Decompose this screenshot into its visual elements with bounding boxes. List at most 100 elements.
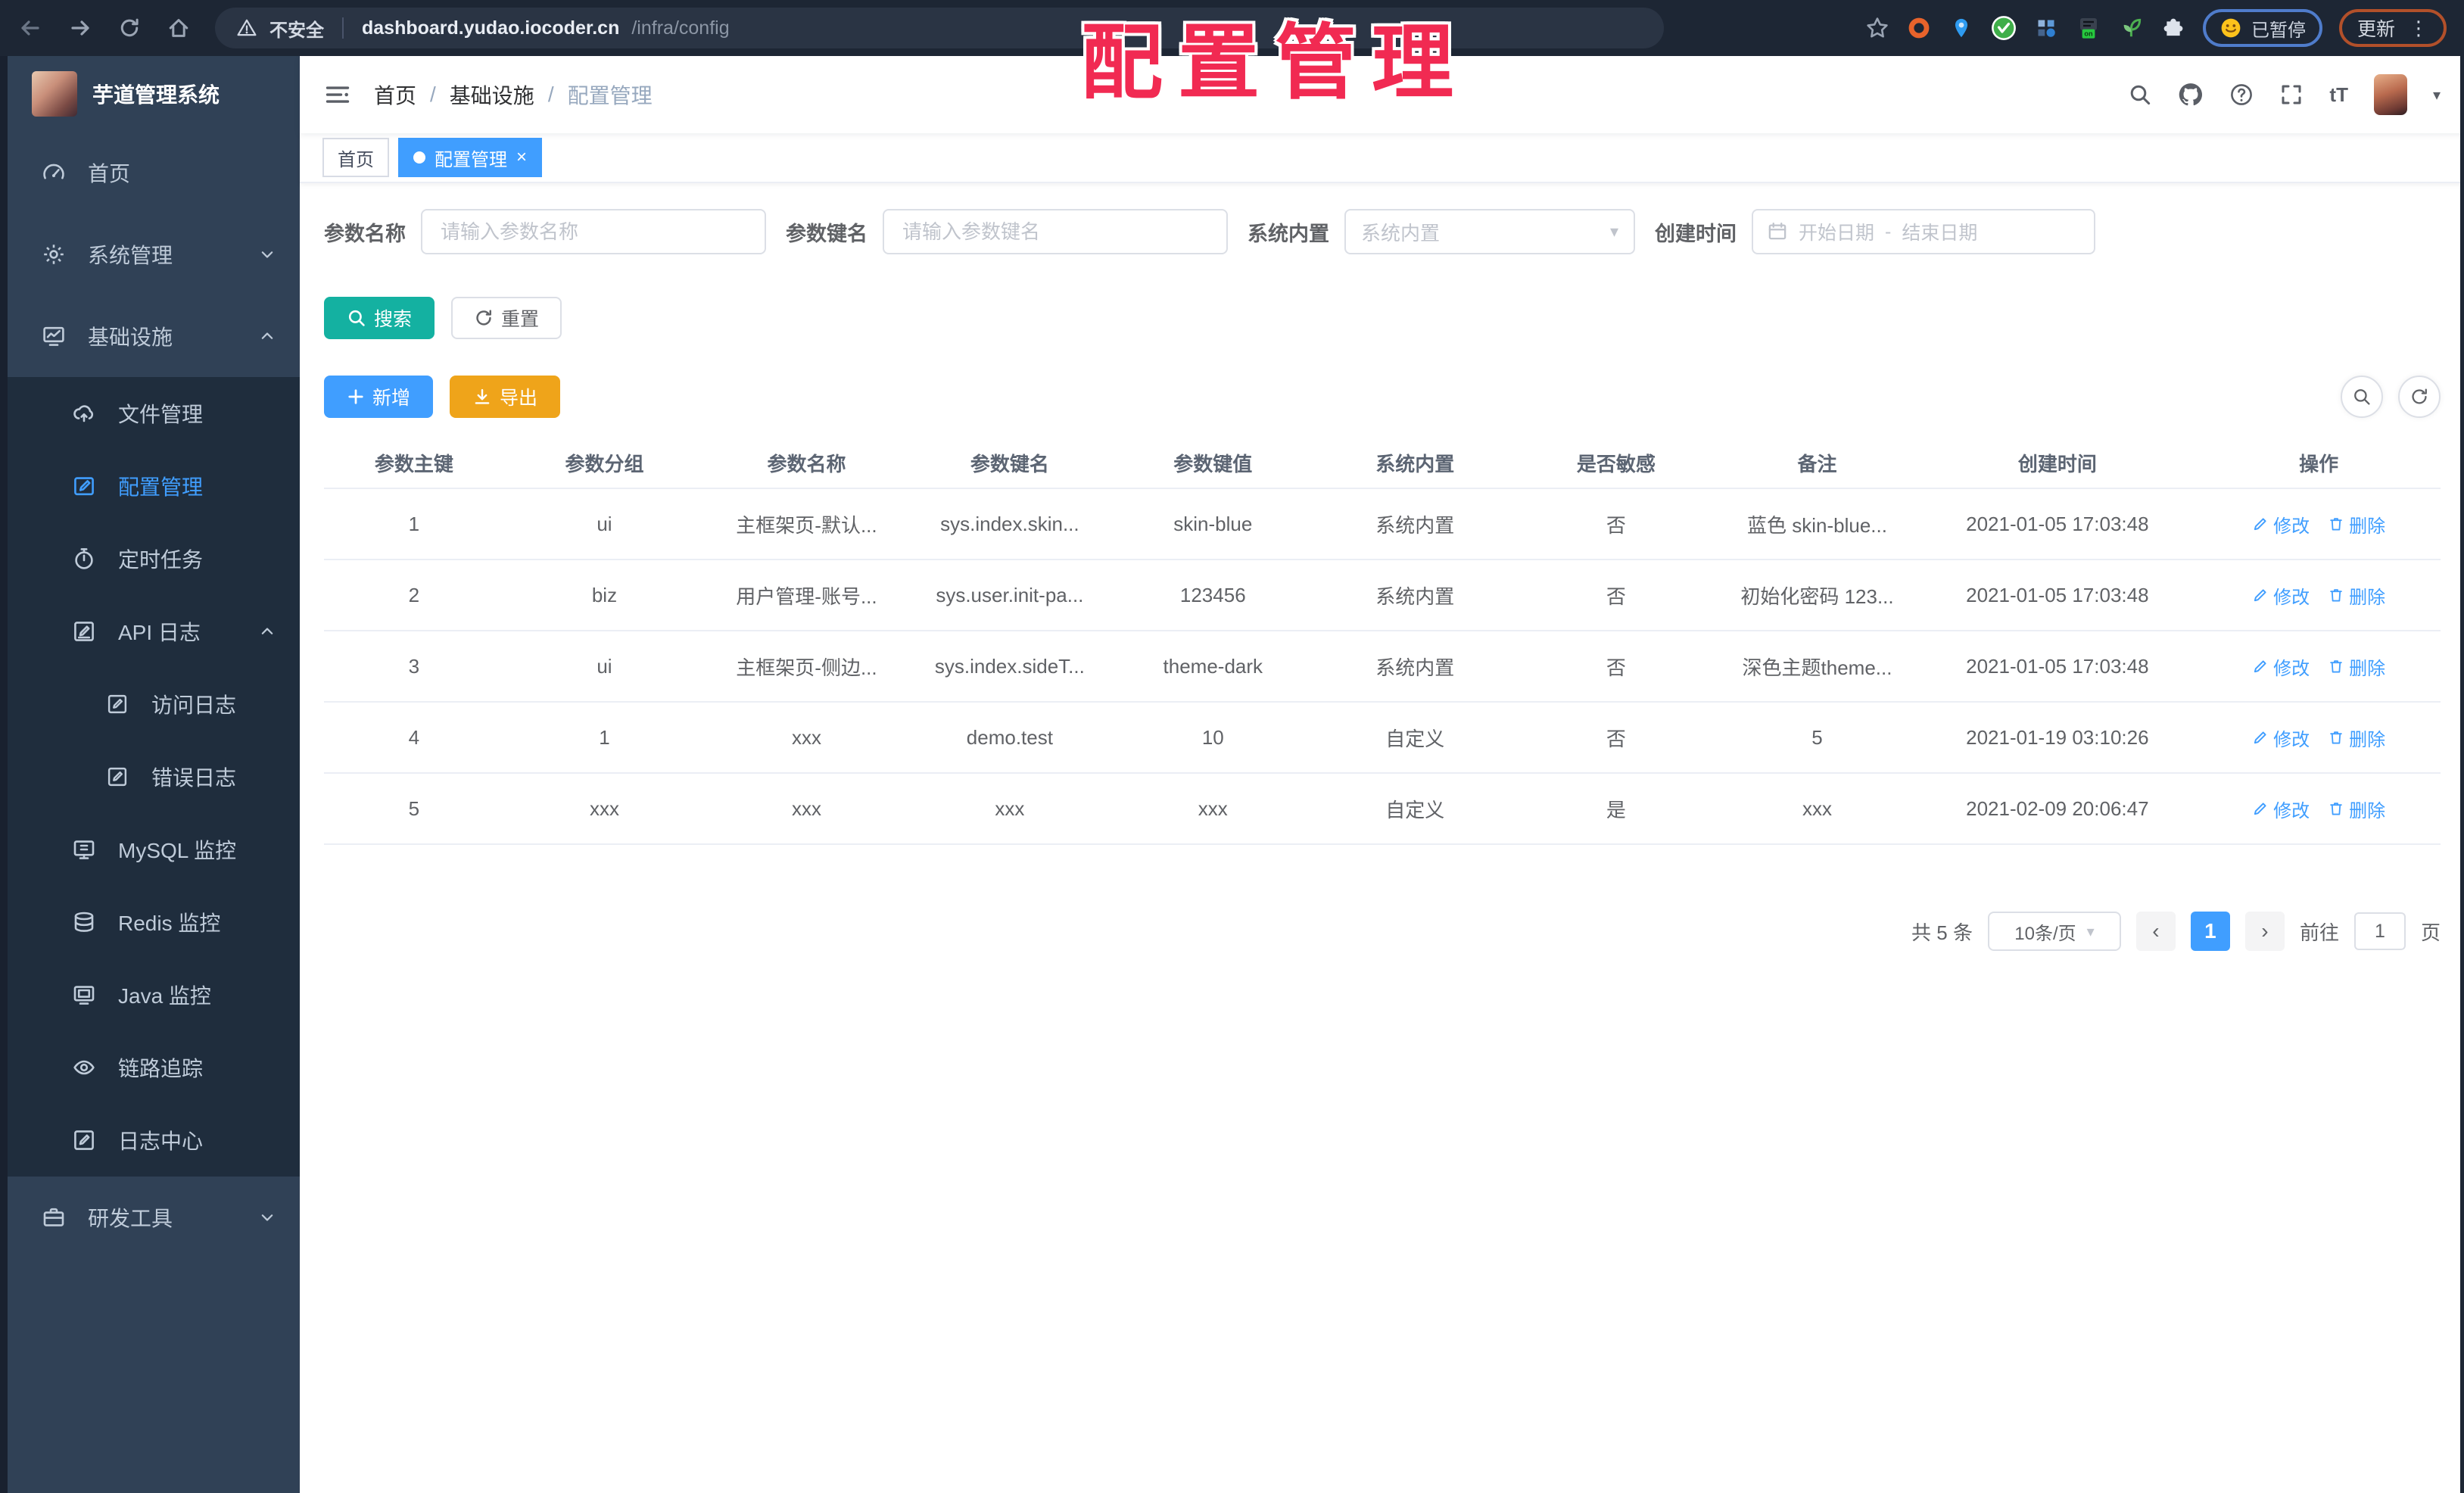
reset-button[interactable]: 重置 [451,297,562,339]
edit-link[interactable]: 修改 [2252,796,2310,822]
chevron-up-icon [259,328,276,344]
avatar-caret-down-icon[interactable]: ▾ [2433,86,2441,104]
edit-link[interactable]: 修改 [2252,725,2310,751]
sidebar-item-scheduled-jobs[interactable]: 定时任务 [8,522,300,595]
cell-key: demo.test [966,725,1053,749]
warning-icon [236,17,257,39]
sidebar-item-infra[interactable]: 基础设施 [8,295,300,377]
search-icon[interactable] [2128,83,2152,107]
table-row: 4 1 xxx demo.test 10 自定义 否 5 2021-01-19 … [324,703,2441,774]
cell-name: 主框架页-侧边... [736,656,877,679]
sidebar-item-redis-monitor[interactable]: Redis 监控 [8,886,300,958]
delete-link[interactable]: 删除 [2328,725,2385,751]
page-1-button[interactable]: 1 [2190,912,2230,951]
cell-value: theme-dark [1163,654,1263,678]
sidebar-item-mysql-monitor[interactable]: MySQL 监控 [8,813,300,886]
extension-green-check-icon[interactable] [1991,15,2017,41]
cell-value: 10 [1201,725,1224,749]
cell-name: 用户管理-账号... [736,584,877,608]
delete-link[interactable]: 删除 [2328,796,2385,822]
delete-label: 删除 [2349,587,2386,608]
sidebar-item-error-log[interactable]: 错误日志 [8,740,300,813]
cell-id: 3 [408,654,420,678]
profile-paused-badge[interactable]: 已暂停 [2202,9,2322,47]
font-size-icon[interactable]: tT [2329,83,2348,107]
toggle-search-button[interactable] [2341,376,2383,418]
cell-remark: 初始化密码 123... [1740,584,1894,608]
tab-config-manage[interactable]: 配置管理 × [398,138,543,177]
delete-link[interactable]: 删除 [2328,653,2385,680]
edit-link[interactable]: 修改 [2252,511,2310,538]
page-size-value: 10条/页 [2014,923,2076,944]
timer-icon [71,546,97,572]
tab-home[interactable]: 首页 [322,138,389,177]
prev-page-button[interactable]: ‹ [2135,912,2176,951]
hamburger-icon[interactable] [324,81,351,108]
cell-remark: 5 [1811,725,1823,749]
sidebar-item-system[interactable]: 系统管理 [8,214,300,295]
extension-orange-ring-icon[interactable] [1906,15,1932,41]
sidebar-item-trace[interactable]: 链路追踪 [8,1031,300,1104]
select-placeholder: 系统内置 [1361,221,1441,245]
col-header: 系统内置 [1375,452,1455,475]
help-icon[interactable] [2229,83,2254,107]
bookmark-star-icon[interactable] [1865,16,1889,40]
extension-blue-grid-icon[interactable] [2033,15,2059,41]
sidebar-item-label: 研发工具 [88,1207,173,1230]
sidebar-submenu-infra: 文件管理 配置管理 定时任务 API 日志 访问日志 错误日志 MySQL 监控… [8,377,300,1177]
cell-sensitive: 否 [1606,584,1626,608]
delete-link[interactable]: 删除 [2328,511,2385,538]
sidebar-item-log-center[interactable]: 日志中心 [8,1104,300,1177]
add-button[interactable]: 新增 [324,376,434,418]
chevron-up-icon [259,623,276,640]
export-button[interactable]: 导出 [450,376,561,418]
breadcrumb-home[interactable]: 首页 [374,79,416,110]
system-type-select[interactable]: 系统内置 ▾ [1344,209,1635,254]
sidebar-item-file-manage[interactable]: 文件管理 [8,377,300,450]
cell-type: 自定义 [1385,798,1445,821]
sidebar-item-dev-tools[interactable]: 研发工具 [8,1177,300,1258]
reset-button-label: 重置 [501,309,540,330]
extensions-puzzle-icon[interactable] [2160,15,2186,41]
search-button[interactable]: 搜索 [324,297,435,339]
github-icon[interactable] [2178,82,2204,108]
home-icon[interactable] [167,16,191,40]
fullscreen-icon[interactable] [2279,83,2304,107]
col-header: 参数分组 [565,452,644,475]
extension-pin-icon[interactable] [1948,15,1974,41]
next-page-button[interactable]: › [2244,912,2285,951]
param-key-input[interactable] [883,209,1228,254]
sidebar-item-label: 系统管理 [88,244,173,267]
sidebar-item-label: 首页 [88,162,131,185]
param-name-input[interactable] [421,209,766,254]
sidebar-item-config-manage[interactable]: 配置管理 [8,450,300,522]
create-date-range-picker[interactable]: 开始日期 - 结束日期 [1752,209,2095,254]
sidebar-item-java-monitor[interactable]: Java 监控 [8,958,300,1031]
breadcrumb-infra[interactable]: 基础设施 [450,79,534,110]
security-label: 不安全 [269,20,324,41]
sidebar-logo[interactable]: 芋道管理系统 [8,56,300,132]
edit-link[interactable]: 修改 [2252,653,2310,680]
sidebar-item-api-log[interactable]: API 日志 [8,595,300,668]
table-row: 5 xxx xxx xxx xxx 自定义 是 xxx 2021-02-09 2… [324,774,2441,845]
goto-page-input[interactable] [2353,912,2406,950]
refresh-table-button[interactable] [2398,376,2441,418]
sidebar-item-label: 基础设施 [88,326,173,349]
forward-icon[interactable] [68,16,92,40]
page-size-select[interactable]: 10条/页 ▾ [1987,912,2121,951]
reload-icon[interactable] [118,17,141,39]
avatar[interactable] [2373,74,2407,115]
sidebar-item-home[interactable]: 首页 [8,132,300,214]
delete-link[interactable]: 删除 [2328,582,2385,609]
sidebar-item-access-log[interactable]: 访问日志 [8,668,300,740]
tab-close-icon[interactable]: × [516,148,527,167]
extension-sprout-icon[interactable] [2118,15,2144,41]
active-dot-icon [413,151,425,164]
sidebar: 芋道管理系统 首页 系统管理 基础设施 文件管理 配置管理 定时任务 API 日… [0,56,300,1493]
chevron-down-icon [259,1209,276,1226]
edit-link[interactable]: 修改 [2252,582,2310,609]
browser-menu-icon[interactable]: ⋮ [2409,17,2428,40]
back-icon[interactable] [18,16,42,40]
browser-update-button[interactable]: 更新 ⋮ [2338,9,2447,47]
extension-on-badge-icon[interactable]: on [2076,15,2101,41]
